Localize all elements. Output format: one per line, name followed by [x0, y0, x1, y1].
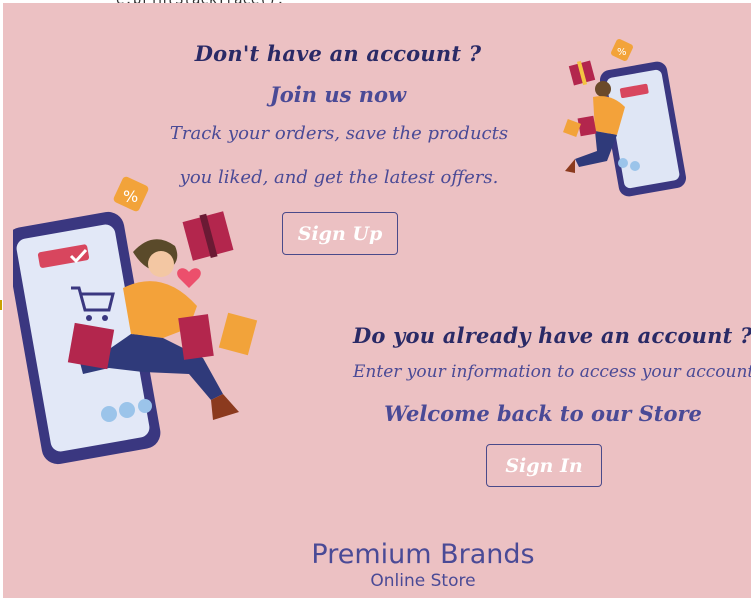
gift-icon: [182, 211, 234, 261]
auth-panel: % % Don't have an account ? Join us now …: [3, 3, 751, 598]
sign-in-button[interactable]: Sign In: [486, 444, 602, 487]
percent-tag-icon: %: [113, 176, 149, 212]
percent-tag-icon: %: [611, 39, 633, 61]
welcome-back-text: Welcome back to our Store: [384, 401, 702, 426]
signup-body-line1: Track your orders, save the products: [169, 123, 509, 144]
svg-text:%: %: [123, 187, 138, 206]
shopping-illustration-large: %: [13, 176, 258, 465]
signin-heading: Do you already have an account ?: [353, 323, 751, 348]
left-edge-marker: [0, 300, 2, 310]
signup-heading: Don't have an account ?: [194, 41, 482, 66]
signin-body: Enter your information to access your ac…: [353, 362, 751, 382]
signup-subheading: Join us now: [269, 82, 407, 107]
gift-icon: [568, 60, 596, 86]
shopping-illustration-small: %: [563, 39, 687, 197]
brand-tagline: Online Store: [370, 571, 476, 591]
brand-name: Premium Brands: [311, 539, 535, 570]
sign-up-button[interactable]: Sign Up: [282, 212, 398, 255]
heart-icon: [177, 268, 201, 288]
svg-text:%: %: [617, 47, 627, 58]
signup-body-line2: you liked, and get the latest offers.: [179, 167, 499, 188]
